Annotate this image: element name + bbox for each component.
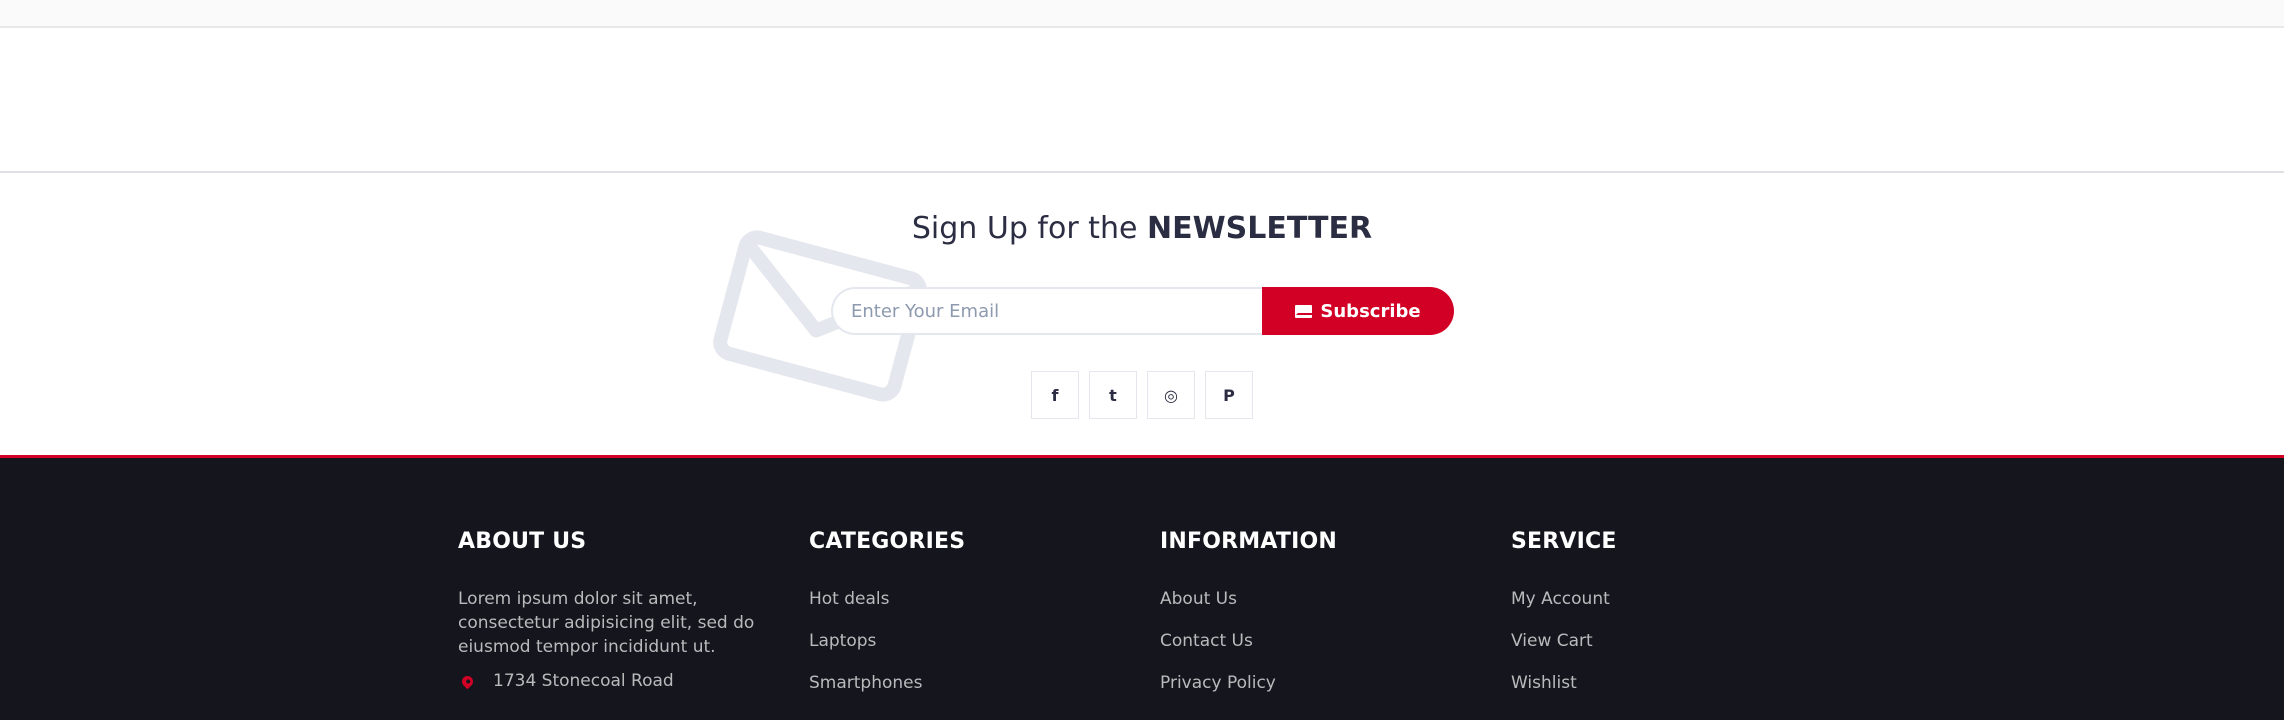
footer-link[interactable]: Hot deals (809, 587, 1139, 611)
address: 1734 Stonecoal Road (458, 671, 788, 691)
footer-link[interactable]: View Cart (1511, 629, 1841, 653)
top-strip (0, 0, 2284, 28)
about-text: Lorem ipsum dolor sit amet, consectetur … (458, 589, 755, 657)
instagram-link[interactable]: ◎ (1147, 371, 1195, 419)
social-links: f t ◎ P (1031, 371, 1253, 419)
email-input[interactable] (831, 287, 1262, 335)
address-text: 1734 Stonecoal Road (493, 671, 674, 691)
facebook-link[interactable]: f (1031, 371, 1079, 419)
footer-link[interactable]: Laptops (809, 629, 1139, 653)
footer-col-information: INFORMATION About Us Contact Us Privacy … (1160, 529, 1490, 713)
footer (0, 458, 2284, 720)
footer-link[interactable]: Contact Us (1160, 629, 1490, 653)
about-title: ABOUT US (458, 529, 587, 554)
service-list: My Account View Cart Wishlist (1511, 587, 1841, 695)
footer-col-about: ABOUT US Lorem ipsum dolor sit amet, con… (458, 529, 788, 691)
map-marker-icon (459, 673, 476, 689)
newsletter-form: Subscribe (831, 287, 1454, 335)
categories-list: Hot deals Laptops Smartphones (809, 587, 1139, 695)
footer-link[interactable]: About Us (1160, 587, 1490, 611)
pinterest-icon: P (1223, 385, 1235, 405)
subscribe-label: Subscribe (1320, 300, 1421, 322)
footer-link[interactable]: My Account (1511, 587, 1841, 611)
newsletter-title: Sign Up for the NEWSLETTER (0, 211, 2284, 246)
envelope-icon (1295, 304, 1316, 318)
content-band (0, 28, 2284, 173)
footer-link[interactable]: Smartphones (809, 671, 1139, 695)
pinterest-link[interactable]: P (1205, 371, 1253, 419)
twitter-link[interactable]: t (1089, 371, 1137, 419)
subscribe-button[interactable]: Subscribe (1262, 287, 1454, 335)
footer-col-categories: CATEGORIES Hot deals Laptops Smartphones (809, 529, 1139, 713)
footer-link[interactable]: Wishlist (1511, 671, 1841, 695)
footer-link[interactable]: Privacy Policy (1160, 671, 1490, 695)
newsletter-title-prefix: Sign Up for the (911, 211, 1138, 246)
information-list: About Us Contact Us Privacy Policy (1160, 587, 1490, 695)
instagram-icon: ◎ (1164, 385, 1178, 405)
facebook-icon: f (1051, 385, 1059, 405)
twitter-icon: t (1109, 385, 1117, 405)
information-title: INFORMATION (1160, 529, 1337, 554)
footer-col-service: SERVICE My Account View Cart Wishlist (1511, 529, 1841, 713)
newsletter-title-strong: NEWSLETTER (1146, 211, 1373, 246)
categories-title: CATEGORIES (809, 529, 966, 554)
service-title: SERVICE (1511, 529, 1617, 554)
